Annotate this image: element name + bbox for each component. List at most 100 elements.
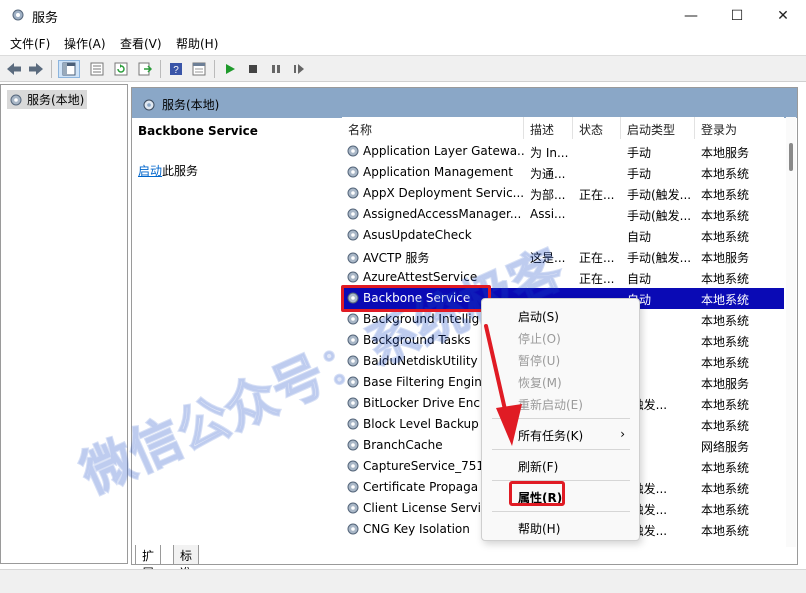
menu-file[interactable]: 文件(F) <box>10 35 50 52</box>
close-button[interactable]: ✕ <box>760 0 806 32</box>
stop-service-button[interactable] <box>244 60 262 78</box>
column-header-status[interactable]: 状态 <box>573 117 621 139</box>
properties-highlight <box>509 481 565 506</box>
service-logon-as: 本地系统 <box>701 314 750 328</box>
export-icon <box>138 62 152 76</box>
list-icon <box>90 62 104 76</box>
service-name: BitLocker Drive Enc <box>363 396 480 410</box>
minimize-button[interactable]: — <box>668 0 714 32</box>
menu-view[interactable]: 查看(V) <box>120 35 162 52</box>
minimize-icon: — <box>684 8 698 24</box>
service-logon-as: 本地系统 <box>701 461 750 475</box>
service-row[interactable]: AppX Deployment Servic... 为部... 正在... 手动(触发… <box>342 183 784 204</box>
column-header-label: 名称 <box>348 123 373 137</box>
menu-item-help[interactable]: 帮助(H) <box>518 520 560 537</box>
service-name-cell: Application Layer Gatewa... <box>346 144 524 158</box>
help-icon: ? <box>170 63 182 76</box>
start-service-link[interactable]: 启动 <box>138 164 162 178</box>
main-header: 服务(本地) <box>132 88 797 118</box>
vertical-scrollbar[interactable] <box>786 117 796 547</box>
service-logon-as: 网络服务 <box>701 440 750 454</box>
service-name: Base Filtering Engin <box>363 375 482 389</box>
selected-service-title: Backbone Service <box>138 124 258 138</box>
service-logon-as: 本地系统 <box>701 503 750 517</box>
service-logon-as: 本地系统 <box>701 482 750 496</box>
service-name: Application Management <box>363 165 513 179</box>
stop-icon <box>249 65 257 73</box>
service-row[interactable]: AssignedAccessManager... Assi... 手动(触发... 本… <box>342 204 784 225</box>
column-header-startup-type[interactable]: 启动类型 <box>621 117 695 139</box>
service-gear-icon <box>347 208 359 220</box>
service-status: 正在... <box>579 188 615 202</box>
service-gear-icon <box>347 523 359 535</box>
service-name: AVCTP 服务 <box>363 251 430 265</box>
back-arrow-icon <box>7 63 21 75</box>
service-description: 为部... <box>530 188 566 202</box>
back-button[interactable] <box>5 60 23 78</box>
service-gear-icon <box>347 271 359 283</box>
description-pane: Backbone Service 启动此服务 <box>132 118 337 538</box>
tab-standard[interactable]: 标准 <box>173 545 200 580</box>
tab-extended[interactable]: 扩展 <box>135 545 162 580</box>
toolbar-separator <box>51 60 52 78</box>
pause-service-button[interactable] <box>267 60 285 78</box>
service-logon-as: 本地系统 <box>701 524 750 538</box>
scrollbar-thumb[interactable] <box>789 143 793 171</box>
svg-text:?: ? <box>173 65 179 76</box>
start-service-suffix: 此服务 <box>162 164 199 178</box>
column-header-label: 启动类型 <box>627 123 676 137</box>
service-logon-as: 本地系统 <box>701 188 750 202</box>
service-name: AssignedAccessManager... <box>363 207 522 221</box>
service-row[interactable]: Application Layer Gatewa... 为 In... 手动 本地服务 <box>342 141 784 162</box>
service-row[interactable]: AVCTP 服务 这是... 正在... 手动(触发... 本地服务 <box>342 246 784 267</box>
export-list-button[interactable] <box>88 60 106 78</box>
toolbar-separator <box>160 60 161 78</box>
service-logon-as: 本地系统 <box>701 230 750 244</box>
service-name: Background Intellig <box>363 312 480 326</box>
service-gear-icon <box>347 355 359 367</box>
service-row[interactable]: AsusUpdateCheck 自动 本地系统 <box>342 225 784 246</box>
show-hide-console-tree-button[interactable] <box>58 60 80 78</box>
service-logon-as: 本地系统 <box>701 356 750 370</box>
column-header-logon-as[interactable]: 登录为 <box>695 117 755 139</box>
service-gear-icon <box>347 252 359 263</box>
service-description: Assi... <box>530 207 566 221</box>
menu-help[interactable]: 帮助(H) <box>176 35 218 52</box>
menu-item-refresh[interactable]: 刷新(F) <box>518 458 558 475</box>
tree-item-services-local[interactable]: 服务(本地) <box>7 90 88 109</box>
start-service-button[interactable] <box>221 60 239 78</box>
export-button[interactable] <box>136 60 154 78</box>
service-gear-icon <box>347 145 359 157</box>
menu-action[interactable]: 操作(A) <box>64 35 106 52</box>
service-name: Background Tasks <box>363 333 471 347</box>
column-header-name[interactable]: 名称 ^ <box>342 117 524 139</box>
selected-service-highlight <box>341 285 491 312</box>
column-header-description[interactable]: 描述 <box>524 117 573 139</box>
services-gear-icon <box>10 94 22 105</box>
restart-service-button[interactable] <box>290 60 308 78</box>
toolbar: ? <box>0 55 806 82</box>
service-logon-as: 本地系统 <box>701 167 750 181</box>
service-gear-icon <box>347 166 359 178</box>
service-logon-as: 本地系统 <box>701 419 750 433</box>
maximize-icon: ☐ <box>730 8 744 24</box>
maximize-button[interactable]: ☐ <box>714 0 760 32</box>
service-row[interactable]: Application Management 为通... 手动 本地系统 <box>342 162 784 183</box>
properties-button[interactable] <box>190 60 208 78</box>
service-name: Client License Servic <box>363 501 488 515</box>
service-gear-icon <box>347 229 359 241</box>
service-name-cell: AzureAttestService <box>346 270 524 284</box>
play-icon <box>226 64 235 74</box>
menu-separator <box>492 511 630 512</box>
service-description: 为通... <box>530 167 566 181</box>
help-button[interactable]: ? <box>167 60 185 78</box>
forward-button[interactable] <box>27 60 45 78</box>
refresh-button[interactable] <box>112 60 130 78</box>
service-logon-as: 本地服务 <box>701 251 750 265</box>
column-header-label: 状态 <box>579 123 604 137</box>
properties-icon <box>192 62 206 76</box>
service-description: 为 In... <box>530 146 569 160</box>
service-startup-type: 手动(触发... <box>627 251 692 265</box>
service-logon-as: 本地服务 <box>701 377 750 391</box>
service-status: 正在... <box>579 272 615 286</box>
